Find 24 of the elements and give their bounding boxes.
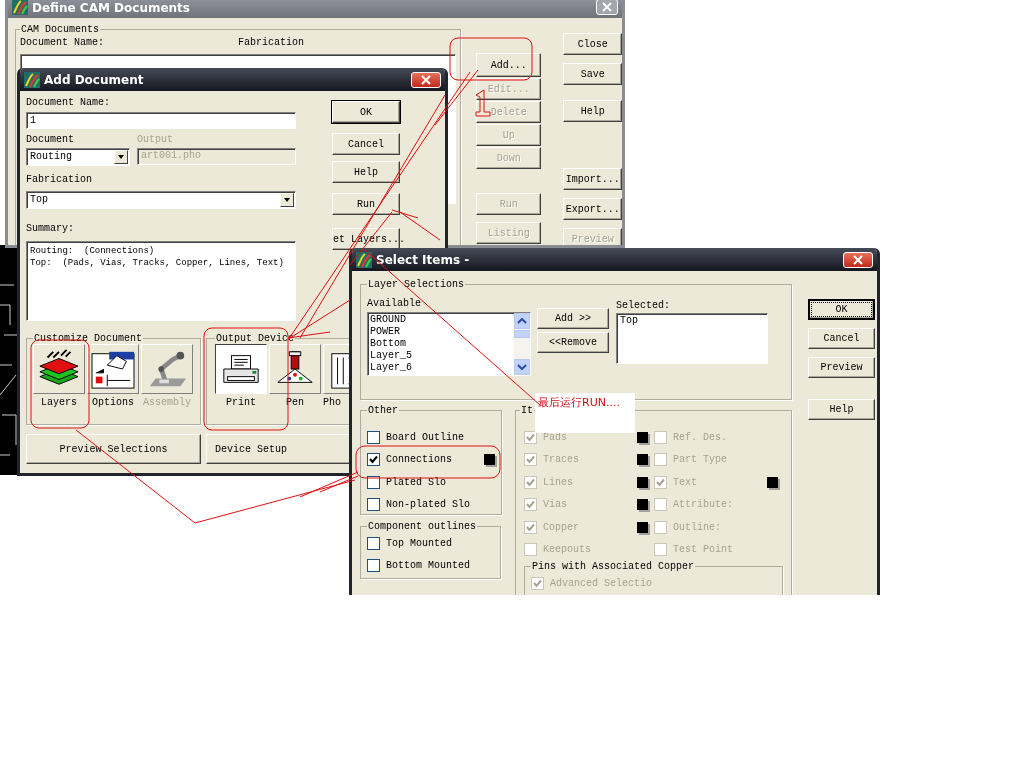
list-label: Available <box>367 298 422 309</box>
window-title: Define CAM Documents <box>32 1 191 15</box>
group-label: CAM Documents <box>20 24 100 35</box>
window-title: Add Document <box>44 72 145 87</box>
list-label: Selected: <box>616 300 671 311</box>
field-label: Output <box>137 134 173 145</box>
field-label: Summary: <box>26 223 75 234</box>
group-label: It <box>520 405 534 416</box>
field-label: Document <box>26 134 75 145</box>
field-label: Document Name: <box>26 97 111 108</box>
column-header: Fabrication <box>238 37 305 48</box>
group-label: Pins with Associated Copper <box>531 561 696 572</box>
output-field: art001.pho <box>137 148 296 165</box>
column-header: Document Name: <box>20 37 105 48</box>
summary-line: Top: (Pads, Vias, Tracks, Copper, Lines, Text) <box>30 257 285 269</box>
window-title: Select Items - <box>376 252 471 267</box>
group-label: Customize Document <box>33 333 144 344</box>
group-label: Output Device <box>215 334 295 344</box>
field-label: Fabrication <box>26 174 93 185</box>
group-label: Component outlines <box>367 521 478 532</box>
group-label: Layer Selections <box>367 279 465 290</box>
annotation-note: 最后运行RUN.... <box>535 393 635 433</box>
summary-line: Routing: (Connections) <box>30 245 156 257</box>
group-label: Other <box>367 405 399 416</box>
